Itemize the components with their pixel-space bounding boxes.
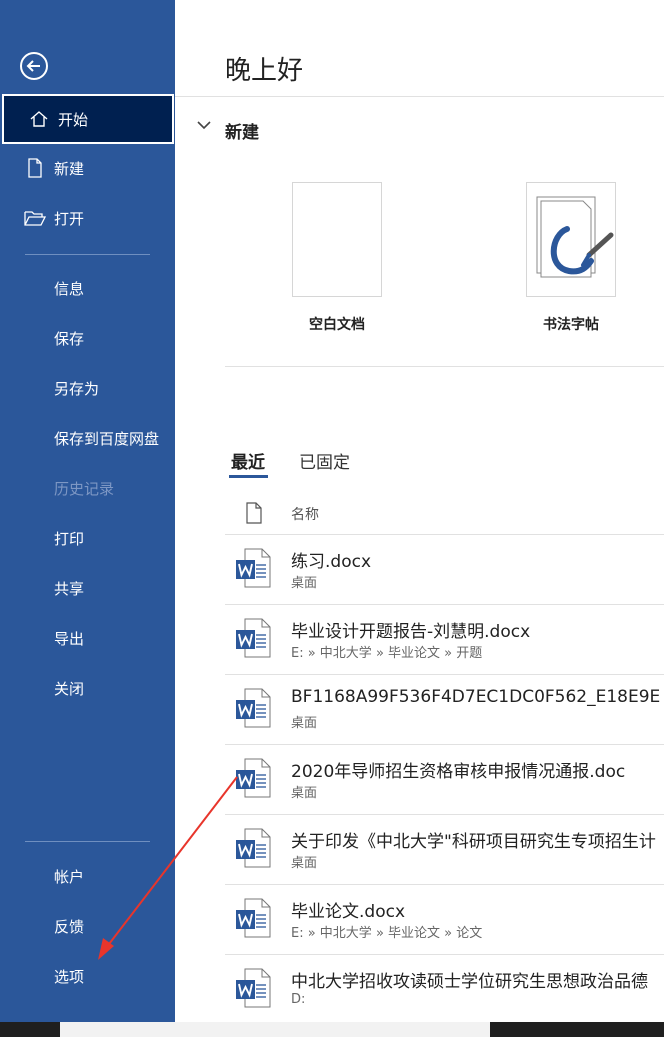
blank-document-thumbnail [292,182,382,297]
file-path: 桌面 [291,576,318,591]
recent-file-row[interactable]: 毕业论文.docx E: » 中北大学 » 毕业论文 » 论文 [225,884,664,954]
template-calligraphy[interactable]: 书法字帖 [501,182,641,334]
sidebar-item-info[interactable]: 信息 [0,264,175,312]
chevron-down-icon [197,121,211,130]
file-name: 关于印发《中北大学"科研项目研究生专项招生计 [291,832,656,852]
file-name: 毕业设计开题报告-刘慧明.docx [291,622,531,642]
file-list-header: 名称 [245,502,319,524]
row-divider [225,954,664,955]
header-divider [175,96,664,97]
file-type-icon [246,502,262,524]
sidebar-item-label: 历史记录 [54,479,115,498]
recent-file-row[interactable]: 练习.docx 桌面 [225,534,664,604]
new-section-title: 新建 [225,123,259,143]
recent-file-row[interactable]: 关于印发《中北大学"科研项目研究生专项招生计桌面 [225,814,664,884]
file-name: 中北大学招收攻读硕士学位研究生思想政治品德 [291,972,648,992]
sidebar-item-home[interactable]: 开始 [2,94,174,144]
back-arrow-icon [26,60,40,72]
sidebar-item-new[interactable]: 新建 [0,144,175,192]
sidebar-item-export[interactable]: 导出 [0,614,175,662]
home-icon [28,108,50,130]
active-tab-indicator [229,475,268,478]
file-path: E: » 中北大学 » 毕业论文 » 开题 [291,646,483,661]
row-divider [225,884,664,885]
sidebar-divider [25,254,150,255]
word-document-icon [235,548,271,588]
taskbar [0,1022,664,1037]
word-document-icon [235,758,271,798]
open-folder-icon [24,207,46,229]
recent-file-row[interactable]: 中北大学招收攻读硕士学位研究生思想政治品德 D: [225,954,664,1024]
sidebar-item-label: 另存为 [54,379,100,398]
new-document-icon [24,157,46,179]
sidebar-item-history: 历史记录 [0,464,175,512]
row-divider [225,604,664,605]
sidebar-item-label: 信息 [54,279,85,298]
sidebar-item-label: 新建 [54,159,85,178]
recent-file-row[interactable]: 毕业设计开题报告-刘慧明.docx E: » 中北大学 » 毕业论文 » 开题 [225,604,664,674]
sidebar-item-label: 保存到百度网盘 [54,429,160,448]
word-document-icon [235,828,271,868]
greeting-title: 晚上好 [225,56,304,86]
new-section-divider [225,366,664,367]
backstage-sidebar: 开始 新建 打开 信息 保存 另存为 保存到百度网盘 历史记录 打印 共享 导出… [0,0,175,1022]
sidebar-item-close[interactable]: 关闭 [0,664,175,712]
back-button[interactable] [20,52,48,80]
word-document-icon [235,898,271,938]
row-divider [225,744,664,745]
sidebar-item-options[interactable]: 选项 [0,952,175,1000]
sidebar-item-share[interactable]: 共享 [0,564,175,612]
file-path: 桌面 [291,786,318,801]
sidebar-item-label: 保存 [54,329,85,348]
row-divider [225,674,664,675]
sidebar-item-label: 导出 [54,629,85,648]
file-name: BF1168A99F536F4D7EC1DC0F562_E18E9E [291,687,661,707]
sidebar-item-save-as[interactable]: 另存为 [0,364,175,412]
sidebar-item-label: 选项 [54,967,85,986]
sidebar-item-label: 帐户 [54,867,85,886]
file-name: 练习.docx [291,552,372,572]
sidebar-item-save[interactable]: 保存 [0,314,175,362]
word-document-icon [235,688,271,728]
sidebar-item-open[interactable]: 打开 [0,194,175,242]
template-blank-document[interactable]: 空白文档 [267,182,407,334]
file-path: E: » 中北大学 » 毕业论文 » 论文 [291,926,483,941]
word-document-icon [235,618,271,658]
template-name: 书法字帖 [543,317,599,333]
sidebar-item-label: 打印 [54,529,85,548]
file-path: 桌面 [291,856,318,871]
file-path: D: [291,992,306,1007]
sidebar-item-label: 开始 [58,110,89,129]
template-name: 空白文档 [309,317,365,333]
row-divider [225,534,664,535]
sidebar-item-account[interactable]: 帐户 [0,852,175,900]
file-name: 毕业论文.docx [291,902,406,922]
sidebar-divider [25,841,150,842]
sidebar-item-label: 关闭 [54,679,85,698]
sidebar-item-label: 共享 [54,579,85,598]
column-header-name[interactable]: 名称 [291,504,319,524]
sidebar-item-feedback[interactable]: 反馈 [0,902,175,950]
word-document-icon [235,968,271,1008]
tab-recent[interactable]: 最近 [231,448,265,473]
calligraphy-brush-icon [536,196,614,278]
sidebar-item-label: 打开 [54,209,85,228]
taskbar-search-box[interactable] [60,1022,490,1037]
calligraphy-thumbnail [526,182,616,297]
row-divider [225,814,664,815]
sidebar-item-print[interactable]: 打印 [0,514,175,562]
new-section-toggle[interactable] [196,119,212,131]
file-name: 2020年导师招生资格审核申报情况通报.doc [291,762,626,782]
tab-pinned[interactable]: 已固定 [299,448,350,473]
recent-file-row[interactable]: 2020年导师招生资格审核申报情况通报.doc 桌面 [225,744,664,814]
sidebar-item-label: 反馈 [54,917,85,936]
file-path: 桌面 [291,716,318,731]
recent-file-row[interactable]: BF1168A99F536F4D7EC1DC0F562_E18E9E 桌面 [225,674,664,744]
sidebar-item-save-to-baidu[interactable]: 保存到百度网盘 [0,414,175,462]
